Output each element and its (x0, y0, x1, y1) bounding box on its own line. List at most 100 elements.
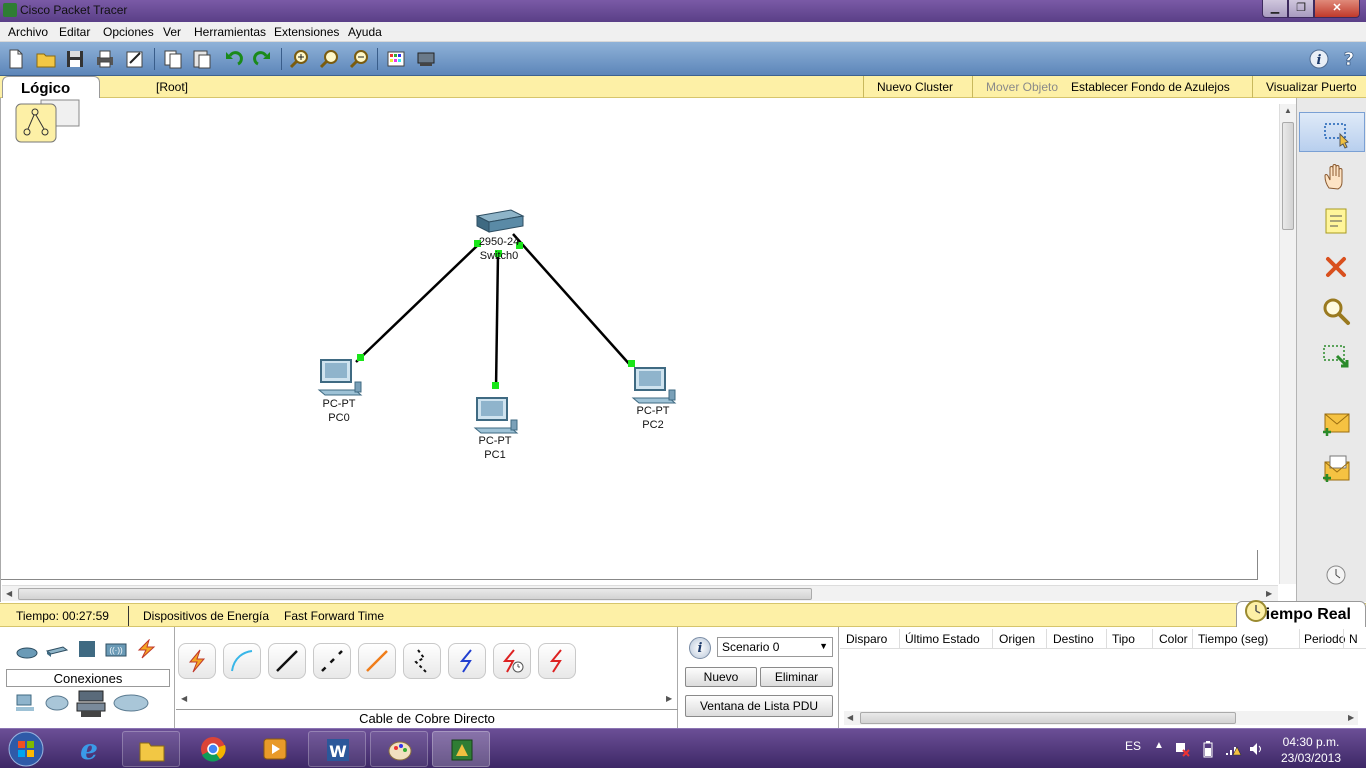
pdu-list-window-button[interactable]: Ventana de Lista PDU (685, 695, 833, 717)
resize-shape-tool[interactable] (1299, 336, 1365, 376)
custom-device-icon[interactable] (415, 48, 437, 70)
wan-emulation-category-icon[interactable] (45, 693, 69, 713)
volume-icon[interactable] (1248, 741, 1264, 757)
copy-icon[interactable] (162, 48, 184, 70)
minimize-button[interactable]: ▁ (1262, 0, 1288, 18)
cluster-navigation-icon[interactable] (15, 99, 80, 143)
taskbar-chrome[interactable] (184, 731, 242, 767)
menu-opciones[interactable]: Opciones (103, 25, 154, 39)
pdu-scroll-left[interactable]: ◀ (847, 713, 853, 722)
power-cycle-devices-button[interactable]: Dispositivos de Energía (143, 609, 269, 623)
custom-devices-category-icon[interactable] (75, 689, 107, 719)
phone-cable-button[interactable] (403, 643, 441, 679)
column-color[interactable]: Color (1159, 632, 1188, 646)
zoom-in-icon[interactable] (288, 48, 310, 70)
inspect-tool[interactable] (1299, 290, 1365, 330)
cable-scroll-left[interactable]: ◀ (181, 694, 187, 703)
root-breadcrumb[interactable]: [Root] (156, 80, 188, 94)
routers-category-icon[interactable] (15, 641, 39, 661)
zoom-out-icon[interactable] (348, 48, 370, 70)
menu-extensiones[interactable]: Extensiones (274, 25, 339, 39)
pc2-device[interactable] (631, 367, 677, 404)
taskbar-internet-explorer[interactable]: e (60, 731, 118, 767)
taskbar-packet-tracer[interactable] (432, 731, 490, 767)
end-devices-category-icon[interactable] (14, 693, 38, 713)
cable-scroll-right[interactable]: ▶ (666, 694, 672, 703)
power-cycle-tool[interactable] (1299, 558, 1365, 588)
battery-icon[interactable] (1202, 740, 1214, 758)
taskbar-explorer[interactable] (122, 731, 180, 767)
close-button[interactable]: ✕ (1314, 0, 1360, 18)
maximize-button[interactable]: ❐ (1288, 0, 1314, 18)
multiuser-category-icon[interactable] (113, 693, 149, 713)
paste-icon[interactable] (191, 48, 213, 70)
switches-category-icon[interactable] (45, 641, 69, 661)
switch0-label[interactable]: 2950-24 Switch0 (459, 235, 539, 263)
serial-dte-button[interactable] (538, 643, 576, 679)
pdu-scroll-right[interactable]: ▶ (1348, 713, 1354, 722)
pdu-table-scrollbar[interactable]: ◀ ▶ (844, 711, 1358, 725)
info-icon[interactable]: i (1308, 48, 1330, 70)
undo-icon[interactable] (222, 48, 244, 70)
scenario-info-icon[interactable]: i (689, 637, 711, 659)
column-num[interactable]: N (1349, 632, 1358, 646)
hubs-category-icon[interactable] (75, 639, 99, 659)
new-scenario-button[interactable]: Nuevo (685, 667, 757, 687)
coaxial-button[interactable] (448, 643, 486, 679)
column-fire[interactable]: Disparo (846, 632, 887, 646)
print-icon[interactable] (94, 48, 116, 70)
pc1-device[interactable] (473, 397, 519, 434)
vertical-scroll-thumb[interactable] (1282, 122, 1294, 230)
save-icon[interactable] (64, 48, 86, 70)
help-icon[interactable]: ? (1338, 48, 1360, 71)
console-cable-button[interactable] (223, 643, 261, 679)
new-file-icon[interactable] (5, 48, 27, 70)
column-type[interactable]: Tipo (1112, 632, 1135, 646)
pc2-label[interactable]: PC-PT PC2 (613, 404, 693, 432)
add-simple-pdu-tool[interactable] (1299, 402, 1365, 442)
serial-dce-button[interactable] (493, 643, 531, 679)
new-cluster-button[interactable]: Nuevo Cluster (877, 80, 953, 94)
column-period[interactable]: Periodo (1304, 632, 1345, 646)
connections-category-icon[interactable] (135, 639, 159, 659)
network-warning-icon[interactable] (1224, 741, 1242, 757)
viewport-button[interactable]: Visualizar Puerto (1266, 80, 1357, 94)
column-destination[interactable]: Destino (1053, 632, 1094, 646)
show-hidden-icons-icon[interactable]: ▲ (1154, 740, 1164, 751)
menu-archivo[interactable]: Archivo (8, 25, 48, 39)
wireless-category-icon[interactable]: ((·)) (104, 640, 128, 660)
taskbar-media-player[interactable] (246, 731, 304, 767)
menu-ayuda[interactable]: Ayuda (348, 25, 382, 39)
delete-scenario-button[interactable]: Eliminar (760, 667, 833, 687)
copper-straight-button[interactable] (268, 643, 306, 679)
column-last-status[interactable]: Último Estado (905, 632, 980, 646)
pdu-scroll-thumb[interactable] (860, 712, 1236, 724)
activity-wizard-icon[interactable] (124, 48, 146, 70)
menu-herramientas[interactable]: Herramientas (194, 25, 266, 39)
move-layout-tool[interactable] (1299, 156, 1365, 196)
logical-tab[interactable]: Lógico (2, 76, 100, 100)
scroll-right-arrow[interactable]: ▶ (1266, 589, 1272, 598)
fast-forward-time-button[interactable]: Fast Forward Time (284, 609, 384, 623)
column-time[interactable]: Tiempo (seg) (1198, 632, 1268, 646)
copper-cross-button[interactable] (313, 643, 351, 679)
redo-icon[interactable] (252, 48, 274, 70)
automatic-cable-button[interactable] (178, 643, 216, 679)
palette-icon[interactable] (385, 48, 407, 70)
taskbar-paint[interactable] (370, 731, 428, 767)
menu-editar[interactable]: Editar (59, 25, 90, 39)
zoom-reset-icon[interactable] (318, 48, 340, 70)
taskbar-word[interactable]: W (308, 731, 366, 767)
input-language[interactable]: ES (1125, 739, 1141, 753)
move-object-button[interactable]: Mover Objeto (986, 80, 1058, 94)
clock[interactable]: 04:30 p.m. 23/03/2013 (1276, 734, 1346, 766)
scroll-up-arrow[interactable]: ▲ (1284, 106, 1292, 115)
network-canvas[interactable] (1, 98, 1297, 602)
pc0-device[interactable] (317, 359, 363, 396)
scenario-select[interactable]: Scenario 0 ▼ (717, 637, 833, 657)
start-button-icon[interactable] (6, 730, 46, 768)
scroll-left-arrow[interactable]: ◀ (6, 589, 12, 598)
workspace-vertical-scrollbar[interactable]: ▲ (1279, 104, 1296, 584)
cable-list-scrollbar[interactable]: ◀ ▶ (178, 693, 674, 705)
column-source[interactable]: Origen (999, 632, 1035, 646)
